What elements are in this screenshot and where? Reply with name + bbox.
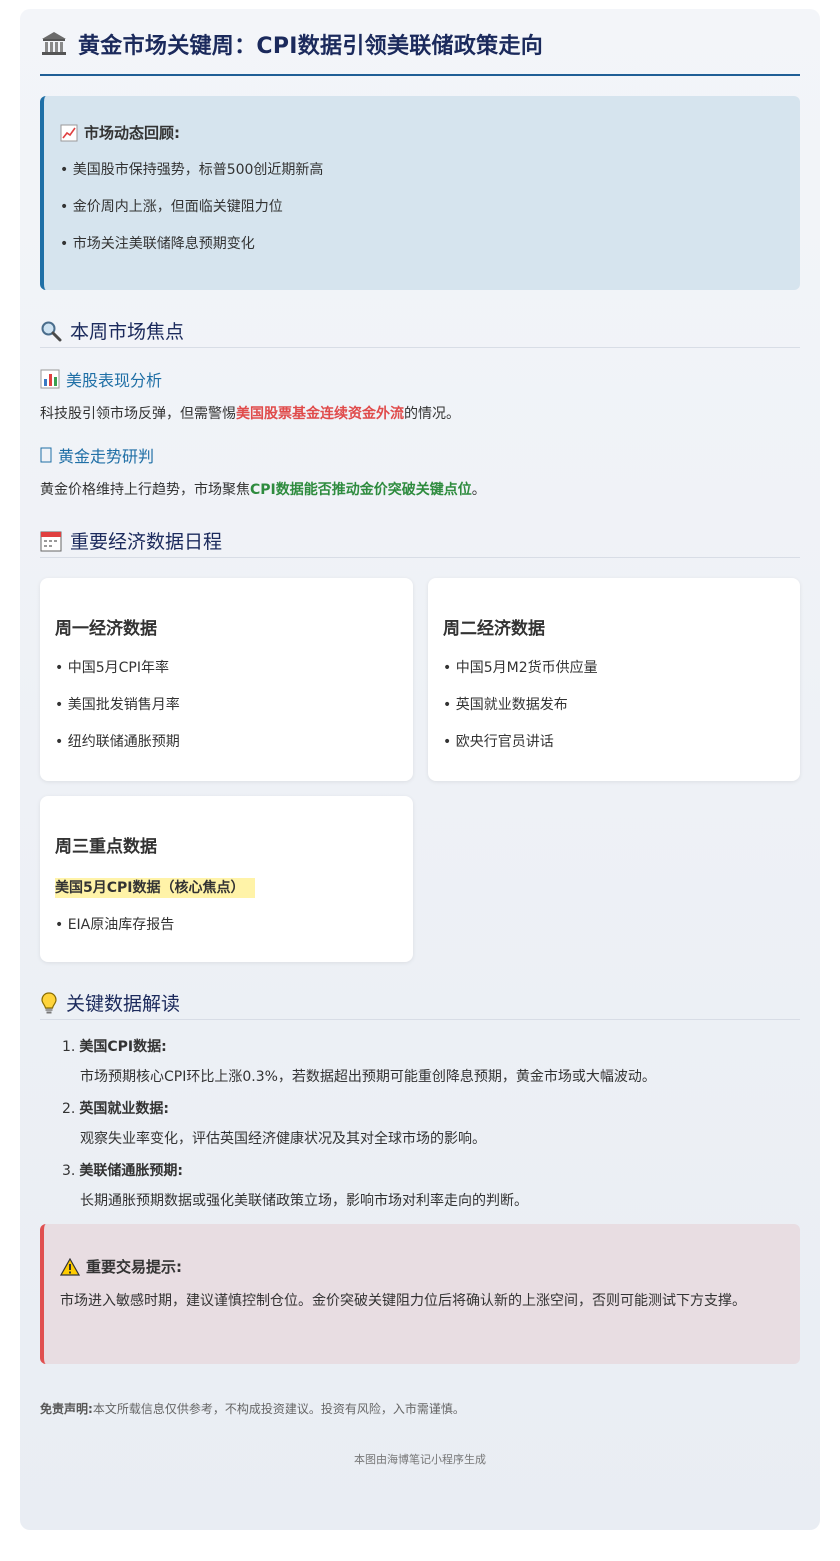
- lightbulb-icon: [40, 991, 58, 1015]
- list-item: 3. 美联储通胀预期: 长期通胀预期数据或强化美联储政策立场，影响市场对利率走向的…: [62, 1162, 800, 1210]
- stocks-highlight: 美国股票基金连续资金外流: [236, 406, 404, 422]
- bank-icon: [40, 30, 68, 58]
- trading-tip-box: 重要交易提示: 市场进入敏感时期，建议谨慎控制仓位。金价突破关键阻力位后将确认新…: [40, 1224, 800, 1364]
- section-title-text: 关键数据解读: [66, 993, 181, 1015]
- subsection-us-stocks: 美股表现分析: [40, 368, 800, 390]
- calendar-icon: [40, 530, 62, 552]
- section-title-text: 重要经济数据日程: [70, 531, 223, 553]
- schedule-cards: 周一经济数据 • 中国5月CPI年率 • 美国批发销售月率 • 纽约联储通胀预期…: [40, 578, 800, 962]
- card-item: • 美国批发销售月率: [55, 697, 180, 713]
- section-calendar: 重要经济数据日程: [40, 524, 800, 558]
- gold-paragraph: 黄金价格维持上行趋势，市场聚焦CPI数据能否推动金价突破关键点位。: [40, 482, 486, 498]
- subsection-gold: 黄金走势研判: [40, 444, 800, 466]
- review-heading: 市场动态回顾:: [84, 124, 180, 142]
- core-focus-highlight: 美国5月CPI数据（核心焦点）: [55, 878, 255, 898]
- review-bullet: • 市场关注美联储降息预期变化: [60, 236, 255, 252]
- missing-glyph-icon: [40, 447, 52, 463]
- list-item-body: 观察失业率变化，评估英国经济健康状况及其对全球市场的影响。: [80, 1131, 486, 1147]
- magnifier-icon: [40, 320, 62, 342]
- list-item: 2. 英国就业数据: 观察失业率变化，评估英国经济健康状况及其对全球市场的影响。: [62, 1100, 800, 1148]
- warning-icon: [60, 1257, 80, 1276]
- stocks-paragraph: 科技股引领市场反弹，但需警惕美国股票基金连续资金外流的情况。: [40, 406, 460, 422]
- subsection-title: 黄金走势研判: [58, 447, 155, 466]
- page-title: 黄金市场关键周：CPI数据引领美联储政策走向: [78, 33, 544, 59]
- chart-up-icon: [60, 124, 78, 142]
- card-item: • 纽约联储通胀预期: [55, 734, 180, 750]
- card-item: • 英国就业数据发布: [443, 697, 568, 713]
- list-item-head: 美国CPI数据:: [79, 1039, 167, 1055]
- page-header: 黄金市场关键周：CPI数据引领美联储政策走向: [40, 9, 800, 76]
- market-review-box: 市场动态回顾: • 美国股市保持强势，标普500创近期新高 • 金价周内上涨，但…: [40, 96, 800, 290]
- list-item-head: 美联储通胀预期:: [79, 1163, 183, 1179]
- footer-note: 本图由海博笔记小程序生成: [354, 1453, 486, 1466]
- card-item: • 中国5月CPI年率: [55, 660, 169, 676]
- bar-chart-icon: [40, 369, 60, 389]
- card-title: 周二经济数据: [443, 619, 545, 639]
- list-item: 1. 美国CPI数据: 市场预期核心CPI环比上涨0.3%，若数据超出预期可能重创…: [62, 1038, 800, 1086]
- card-title: 周一经济数据: [55, 619, 157, 639]
- card-title: 周三重点数据: [55, 837, 157, 857]
- gold-highlight: CPI数据能否推动金价突破关键点位: [250, 482, 472, 498]
- card-item: • 中国5月M2货币供应量: [443, 660, 598, 676]
- tip-text: 市场进入敏感时期，建议谨慎控制仓位。金价突破关键阻力位后将确认新的上涨空间，否则…: [60, 1293, 746, 1309]
- list-item-body: 长期通胀预期数据或强化美联储政策立场，影响市场对利率走向的判断。: [80, 1193, 528, 1209]
- article-card: 黄金市场关键周：CPI数据引领美联储政策走向 市场动态回顾: • 美国股市保持强…: [20, 9, 820, 1530]
- section-interpretation: 关键数据解读: [40, 986, 800, 1020]
- list-item-head: 英国就业数据:: [79, 1101, 169, 1117]
- review-bullet: • 金价周内上涨，但面临关键阻力位: [60, 199, 283, 215]
- section-title-text: 本周市场焦点: [70, 321, 185, 343]
- schedule-card-wednesday: 周三重点数据 美国5月CPI数据（核心焦点） • EIA原油库存报告: [40, 796, 413, 962]
- schedule-card-tuesday: 周二经济数据 • 中国5月M2货币供应量 • 英国就业数据发布 • 欧央行官员讲…: [428, 578, 800, 781]
- review-bullet: • 美国股市保持强势，标普500创近期新高: [60, 162, 324, 178]
- tip-heading: 重要交易提示:: [86, 1258, 182, 1276]
- schedule-card-monday: 周一经济数据 • 中国5月CPI年率 • 美国批发销售月率 • 纽约联储通胀预期: [40, 578, 413, 781]
- interpretation-list: 1. 美国CPI数据: 市场预期核心CPI环比上涨0.3%，若数据超出预期可能重创…: [40, 1038, 800, 1210]
- subsection-title: 美股表现分析: [66, 371, 163, 390]
- disclaimer: 免责声明:本文所载信息仅供参考，不构成投资建议。投资有风险，入市需谨慎。: [40, 1402, 465, 1416]
- list-item-body: 市场预期核心CPI环比上涨0.3%，若数据超出预期可能重创降息预期，黄金市场或大…: [80, 1069, 656, 1085]
- card-item: • 欧央行官员讲话: [443, 734, 554, 750]
- card-item: • EIA原油库存报告: [55, 917, 175, 933]
- section-market-focus: 本周市场焦点: [40, 314, 800, 348]
